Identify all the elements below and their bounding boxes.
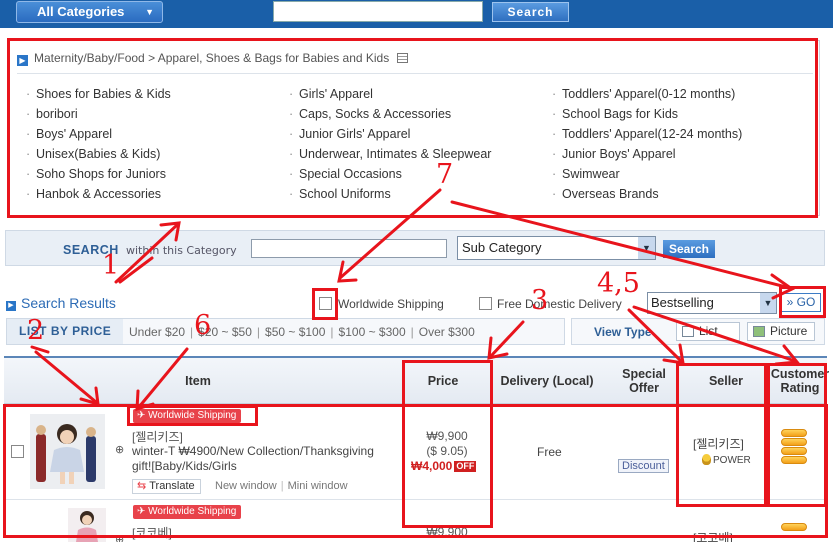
annotation-number-3: 3 <box>531 285 549 316</box>
annotation-arrows <box>30 188 800 412</box>
annotation-number-6: 6 <box>194 310 212 341</box>
annotation-number-4-5: 4,5 <box>597 268 640 299</box>
annotation-number-7: 7 <box>436 159 454 190</box>
annotation-number-2: 2 <box>27 315 45 346</box>
annotation-number-1: 1 <box>102 250 120 281</box>
